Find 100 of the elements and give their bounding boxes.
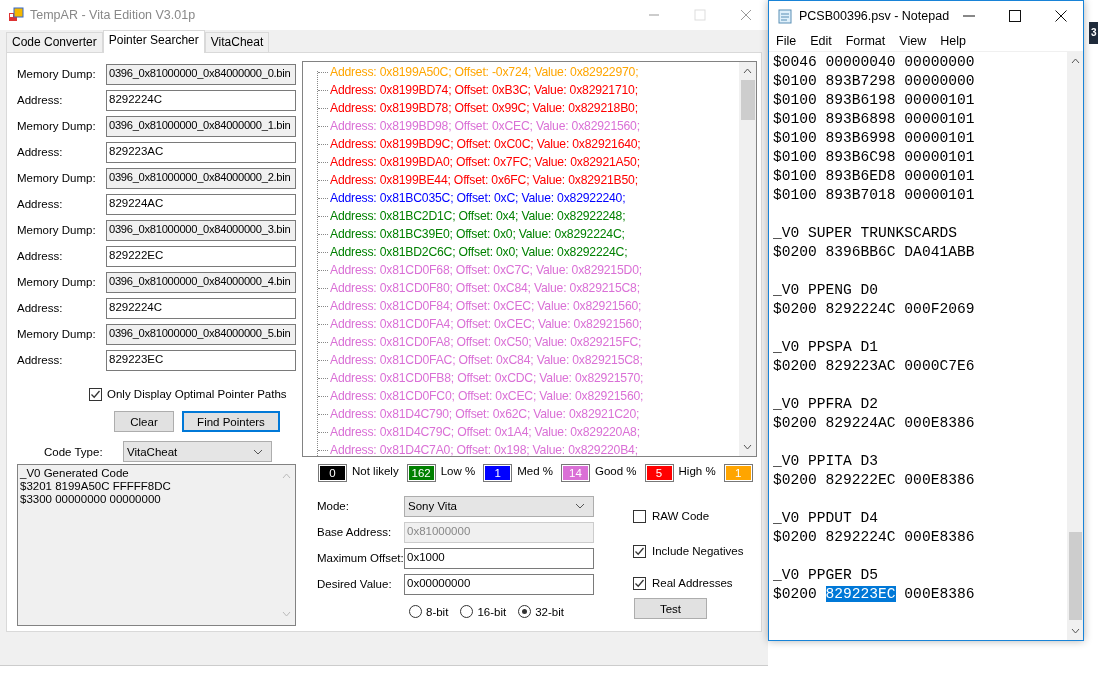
text-line: $0200 8396BB6C DA041ABB bbox=[773, 244, 975, 260]
selected-text: 829223EC bbox=[825, 586, 896, 602]
checkbox[interactable] bbox=[633, 544, 646, 558]
address-field[interactable]: 829222EC bbox=[106, 245, 296, 267]
file-field[interactable]: 0396_0x81000000_0x84000000_0.bin bbox=[106, 63, 296, 85]
menu-item[interactable]: Help bbox=[933, 34, 973, 48]
field-label: Memory Dump: bbox=[17, 120, 97, 132]
field-label: Address: bbox=[17, 94, 64, 106]
tree-item[interactable]: Address: 0x8199BD9C; Offset: 0xC0C; Value: 0x82921640; bbox=[330, 137, 641, 151]
address-field[interactable]: 829223AC bbox=[106, 141, 296, 163]
address-field[interactable]: 8292224C bbox=[106, 89, 296, 111]
tree-item[interactable]: Address: 0x81BC035C; Offset: 0xC; Value: 0x82922240; bbox=[330, 191, 626, 205]
text-line: $0200 829222EC 000E8386 bbox=[773, 472, 975, 488]
tree-item[interactable]: Address: 0x8199BD78; Offset: 0x99C; Value: 0x829218B0; bbox=[330, 101, 638, 115]
count-swatch: 5 bbox=[644, 464, 674, 482]
maximize-icon[interactable] bbox=[1009, 10, 1021, 22]
count-swatch: 1 bbox=[483, 464, 513, 482]
scroll-up-icon[interactable] bbox=[743, 68, 752, 74]
text-line: $0200 bbox=[773, 586, 818, 602]
file-field[interactable]: 0396_0x81000000_0x84000000_4.bin bbox=[106, 271, 296, 293]
file-field[interactable]: 0396_0x81000000_0x84000000_1.bin bbox=[106, 115, 296, 137]
scroll-thumb[interactable] bbox=[740, 80, 755, 120]
checkbox[interactable] bbox=[633, 576, 646, 590]
maximize-icon bbox=[694, 9, 706, 21]
text-line: _V0 PPDUT D4 bbox=[773, 510, 879, 526]
text-field[interactable]: 0x00000000 bbox=[404, 573, 594, 595]
app-icon bbox=[8, 7, 24, 23]
checkbox-label: Only Display Optimal Pointer Paths bbox=[107, 388, 287, 400]
scroll-thumb[interactable] bbox=[1068, 532, 1082, 620]
legend-label: Low % bbox=[440, 464, 476, 477]
radio-button[interactable]: 16-bit bbox=[460, 605, 507, 618]
text-line: $0100 893B7018 00000101 bbox=[773, 187, 975, 203]
legend-label: Med % bbox=[517, 464, 553, 477]
text-line: _V0 SUPER TRUNKSCARDS bbox=[773, 225, 957, 241]
code-line: $3201 8199A50C FFFFF8DC bbox=[20, 480, 172, 493]
tree-item[interactable]: Address: 0x8199BDA0; Offset: 0x7FC; Value: 0x82921A50; bbox=[330, 155, 640, 169]
tab[interactable]: Pointer Searcher bbox=[102, 30, 205, 53]
count-swatch: 162 bbox=[406, 464, 436, 482]
button[interactable]: Clear bbox=[114, 411, 174, 432]
checkbox[interactable] bbox=[89, 387, 102, 401]
tab[interactable]: VitaCheat bbox=[204, 32, 270, 52]
menu-item[interactable]: File bbox=[771, 34, 804, 48]
text-field[interactable]: 0x1000 bbox=[404, 547, 594, 569]
mode-dropdown[interactable]: Sony Vita bbox=[404, 495, 594, 517]
button[interactable]: Find Pointers bbox=[182, 411, 280, 432]
text-line: $0200 8292224C 000E8386 bbox=[773, 529, 975, 545]
tree-item[interactable]: Address: 0x81BC2D1C; Offset: 0x4; Value: 0x82922248; bbox=[330, 209, 626, 223]
close-icon[interactable] bbox=[1055, 10, 1067, 22]
text-line: _V0 PPENG D0 bbox=[773, 282, 879, 298]
scroll-up-icon[interactable] bbox=[1070, 58, 1080, 64]
count-swatch: 0 bbox=[318, 464, 347, 482]
text-line: $0100 893B6C98 00000101 bbox=[773, 149, 975, 165]
text-line: $0200 829224AC 000E8386 bbox=[773, 415, 975, 431]
file-field[interactable]: 0396_0x81000000_0x84000000_2.bin bbox=[106, 167, 296, 189]
address-field[interactable]: 8292224C bbox=[106, 297, 296, 319]
field-label: Base Address: bbox=[317, 526, 393, 538]
field-label: Desired Value: bbox=[317, 578, 393, 590]
field-label: Memory Dump: bbox=[17, 328, 97, 340]
text-line: _V0 PPGER D5 bbox=[773, 567, 879, 583]
legend-label: High % bbox=[678, 464, 716, 477]
menu-item[interactable]: Format bbox=[838, 34, 893, 48]
text-line: 000E8386 bbox=[903, 586, 975, 602]
field-label: Address: bbox=[17, 198, 64, 210]
file-field[interactable]: 0396_0x81000000_0x84000000_5.bin bbox=[106, 323, 296, 345]
count-swatch: 14 bbox=[561, 464, 590, 482]
checkbox-label: Real Addresses bbox=[652, 577, 733, 589]
menu-item[interactable]: View bbox=[892, 34, 934, 48]
tree-item[interactable]: Address: 0x8199BD74; Offset: 0xB3C; Value: 0x82921710; bbox=[330, 83, 638, 97]
code-type-dropdown[interactable]: VitaCheat bbox=[123, 441, 272, 462]
tree-item[interactable]: Address: 0x81BD2C6C; Offset: 0x0; Value: 0x8292224C; bbox=[330, 245, 628, 259]
field-label: Address: bbox=[17, 354, 64, 366]
radio-button[interactable]: 32-bit bbox=[518, 605, 564, 618]
scrollbar[interactable] bbox=[1067, 52, 1083, 640]
menu-item[interactable]: Edit bbox=[803, 34, 839, 48]
test-button[interactable]: Test bbox=[634, 598, 707, 619]
address-field[interactable]: 829223EC bbox=[106, 349, 296, 371]
taskbar-badge[interactable]: 3 bbox=[1089, 22, 1098, 44]
text-line: $0100 893B6898 00000101 bbox=[773, 111, 975, 127]
scrollbar[interactable] bbox=[739, 62, 756, 456]
text-line: $0100 893B6998 00000101 bbox=[773, 130, 975, 146]
file-field[interactable]: 0396_0x81000000_0x84000000_3.bin bbox=[106, 219, 296, 241]
tree-item[interactable]: Address: 0x8199BE44; Offset: 0x6FC; Value: 0x82921B50; bbox=[330, 173, 638, 187]
address-field[interactable]: 829224AC bbox=[106, 193, 296, 215]
scroll-down-icon[interactable] bbox=[1070, 628, 1080, 634]
field-label: Maximum Offset: bbox=[317, 552, 404, 564]
chevron-down-icon bbox=[575, 503, 585, 509]
window-title: PCSB00396.psv - Notepad bbox=[799, 9, 950, 23]
text-line: $0046 00000040 00000000 bbox=[773, 54, 975, 70]
tab[interactable]: Code Converter bbox=[6, 32, 103, 52]
scroll-down-icon[interactable] bbox=[743, 444, 752, 450]
radio-button[interactable]: 8-bit bbox=[409, 605, 449, 618]
field-label: Address: bbox=[17, 146, 64, 158]
code-line: $3300 00000000 00000000 bbox=[20, 493, 162, 506]
field-label: Address: bbox=[17, 250, 64, 262]
checkbox[interactable] bbox=[633, 509, 646, 523]
checkbox-label: Include Negatives bbox=[652, 545, 744, 557]
tree-item[interactable]: Address: 0x81BC39E0; Offset: 0x0; Value: 0x8292224C; bbox=[330, 227, 625, 241]
field-label: Code Type: bbox=[44, 445, 104, 458]
field-label: Address: bbox=[17, 302, 64, 314]
window-title: TempAR - Vita Edition V3.01p bbox=[30, 8, 196, 22]
